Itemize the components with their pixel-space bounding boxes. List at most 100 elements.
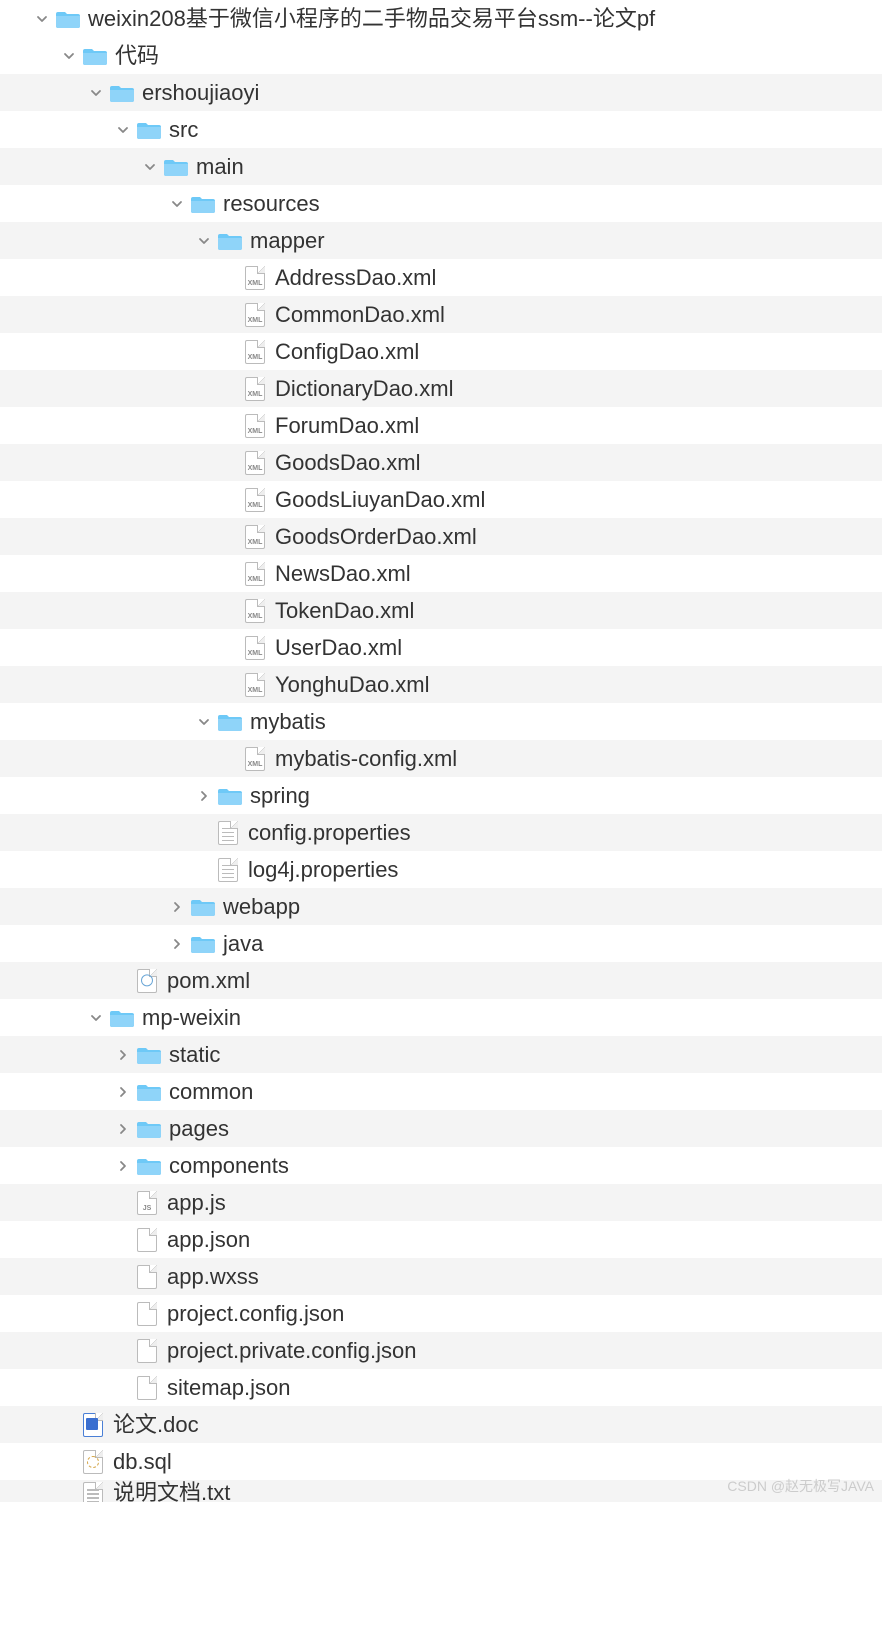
tree-item-label: GoodsDao.xml	[275, 452, 421, 474]
chevron-down-icon[interactable]	[142, 159, 158, 175]
tree-row[interactable]: XMLUserDao.xml	[0, 629, 882, 666]
tree-row[interactable]: XML ConfigDao.xml	[0, 333, 882, 370]
tree-row[interactable]: pages	[0, 1110, 882, 1147]
xml-file-icon: XML	[245, 303, 265, 327]
tree-row[interactable]: XML CommonDao.xml	[0, 296, 882, 333]
tree-row[interactable]: pom.xml	[0, 962, 882, 999]
tree-item-label: 说明文档.txt	[113, 1482, 230, 1502]
tree-item-label: ForumDao.xml	[275, 415, 419, 437]
chevron-right-icon[interactable]	[115, 1158, 131, 1174]
tree-row[interactable]: XMLAddressDao.xml	[0, 259, 882, 296]
tree-row[interactable]: resources	[0, 185, 882, 222]
txtfile-file-icon	[83, 1482, 103, 1502]
tree-item-label: app.wxss	[167, 1266, 259, 1288]
chevron-right-icon[interactable]	[115, 1121, 131, 1137]
tree-row[interactable]: XMLGoodsDao.xml	[0, 444, 882, 481]
tree-row[interactable]: app.json	[0, 1221, 882, 1258]
file-file-icon	[137, 1265, 157, 1289]
tree-row[interactable]: XMLGoodsOrderDao.xml	[0, 518, 882, 555]
tree-row[interactable]: db.sql	[0, 1443, 882, 1480]
xml-file-icon: XML	[245, 377, 265, 401]
tree-row[interactable]: main	[0, 148, 882, 185]
tree-item-label: spring	[250, 785, 310, 807]
chevron-down-icon[interactable]	[169, 196, 185, 212]
tree-item-label: weixin208基于微信小程序的二手物品交易平台ssm--论文pf	[88, 8, 655, 30]
chevron-down-icon[interactable]	[61, 48, 77, 64]
tree-row[interactable]: 论文.doc	[0, 1406, 882, 1443]
tree-item-label: pom.xml	[167, 970, 250, 992]
folder-icon	[137, 1043, 161, 1067]
tree-item-label: pages	[169, 1118, 229, 1140]
tree-row[interactable]: weixin208基于微信小程序的二手物品交易平台ssm--论文pf	[0, 0, 882, 37]
tree-row[interactable]: java	[0, 925, 882, 962]
tree-row[interactable]: XMLmybatis-config.xml	[0, 740, 882, 777]
tree-row[interactable]: ershoujiaoyi	[0, 74, 882, 111]
tree-row[interactable]: mp-weixin	[0, 999, 882, 1036]
tree-item-label: db.sql	[113, 1451, 172, 1473]
tree-row[interactable]: project.config.json	[0, 1295, 882, 1332]
folder-icon	[110, 1006, 134, 1030]
tree-item-label: mybatis	[250, 711, 326, 733]
chevron-down-icon[interactable]	[115, 122, 131, 138]
tree-row[interactable]: sitemap.json	[0, 1369, 882, 1406]
chevron-down-icon[interactable]	[196, 233, 212, 249]
file-file-icon	[137, 1302, 157, 1326]
folder-icon	[164, 155, 188, 179]
chevron-right-icon[interactable]	[169, 936, 185, 952]
tree-row[interactable]: XML ForumDao.xml	[0, 407, 882, 444]
folder-icon	[218, 710, 242, 734]
tree-row[interactable]: src	[0, 111, 882, 148]
chevron-right-icon[interactable]	[196, 788, 212, 804]
tree-row[interactable]: XMLTokenDao.xml	[0, 592, 882, 629]
tree-row[interactable]: XMLNewsDao.xml	[0, 555, 882, 592]
tree-row[interactable]: XMLYonghuDao.xml	[0, 666, 882, 703]
file-file-icon	[137, 1376, 157, 1400]
tree-item-label: components	[169, 1155, 289, 1177]
pom-file-icon	[137, 969, 157, 993]
chevron-right-icon[interactable]	[115, 1084, 131, 1100]
tree-row[interactable]: mapper	[0, 222, 882, 259]
folder-icon	[56, 7, 80, 31]
tree-item-label: TokenDao.xml	[275, 600, 414, 622]
folder-icon	[137, 1117, 161, 1141]
tree-row[interactable]: mybatis	[0, 703, 882, 740]
tree-item-label: GoodsLiuyanDao.xml	[275, 489, 485, 511]
tree-row[interactable]: 代码	[0, 37, 882, 74]
chevron-down-icon[interactable]	[196, 714, 212, 730]
tree-item-label: ConfigDao.xml	[275, 341, 419, 363]
chevron-down-icon[interactable]	[88, 85, 104, 101]
chevron-down-icon[interactable]	[88, 1010, 104, 1026]
doc-file-icon	[83, 1413, 103, 1437]
tree-row[interactable]: app.wxss	[0, 1258, 882, 1295]
tree-row[interactable]: XMLDictionaryDao.xml	[0, 370, 882, 407]
folder-icon	[218, 784, 242, 808]
tree-item-label: 论文.doc	[113, 1414, 199, 1436]
tree-item-label: project.config.json	[167, 1303, 344, 1325]
tree-row[interactable]: common	[0, 1073, 882, 1110]
tree-item-label: mp-weixin	[142, 1007, 241, 1029]
file-tree: weixin208基于微信小程序的二手物品交易平台ssm--论文pf 代码ersh…	[0, 0, 882, 1502]
chevron-right-icon[interactable]	[169, 899, 185, 915]
tree-item-label: app.json	[167, 1229, 250, 1251]
tree-item-label: common	[169, 1081, 253, 1103]
tree-row[interactable]: project.private.config.json	[0, 1332, 882, 1369]
xml-file-icon: XML	[245, 562, 265, 586]
tree-row[interactable]: log4j.properties	[0, 851, 882, 888]
tree-row[interactable]: components	[0, 1147, 882, 1184]
xml-file-icon: XML	[245, 488, 265, 512]
xml-file-icon: XML	[245, 340, 265, 364]
tree-row[interactable]: XML GoodsLiuyanDao.xml	[0, 481, 882, 518]
xml-file-icon: XML	[245, 414, 265, 438]
tree-row[interactable]: spring	[0, 777, 882, 814]
tree-item-label: config.properties	[248, 822, 411, 844]
folder-icon	[191, 895, 215, 919]
chevron-right-icon[interactable]	[115, 1047, 131, 1063]
tree-item-label: static	[169, 1044, 220, 1066]
xml-file-icon: XML	[245, 747, 265, 771]
tree-row[interactable]: config.properties	[0, 814, 882, 851]
tree-row[interactable]: webapp	[0, 888, 882, 925]
tree-row[interactable]: static	[0, 1036, 882, 1073]
chevron-down-icon[interactable]	[34, 11, 50, 27]
tree-item-label: CommonDao.xml	[275, 304, 445, 326]
tree-row[interactable]: JSapp.js	[0, 1184, 882, 1221]
